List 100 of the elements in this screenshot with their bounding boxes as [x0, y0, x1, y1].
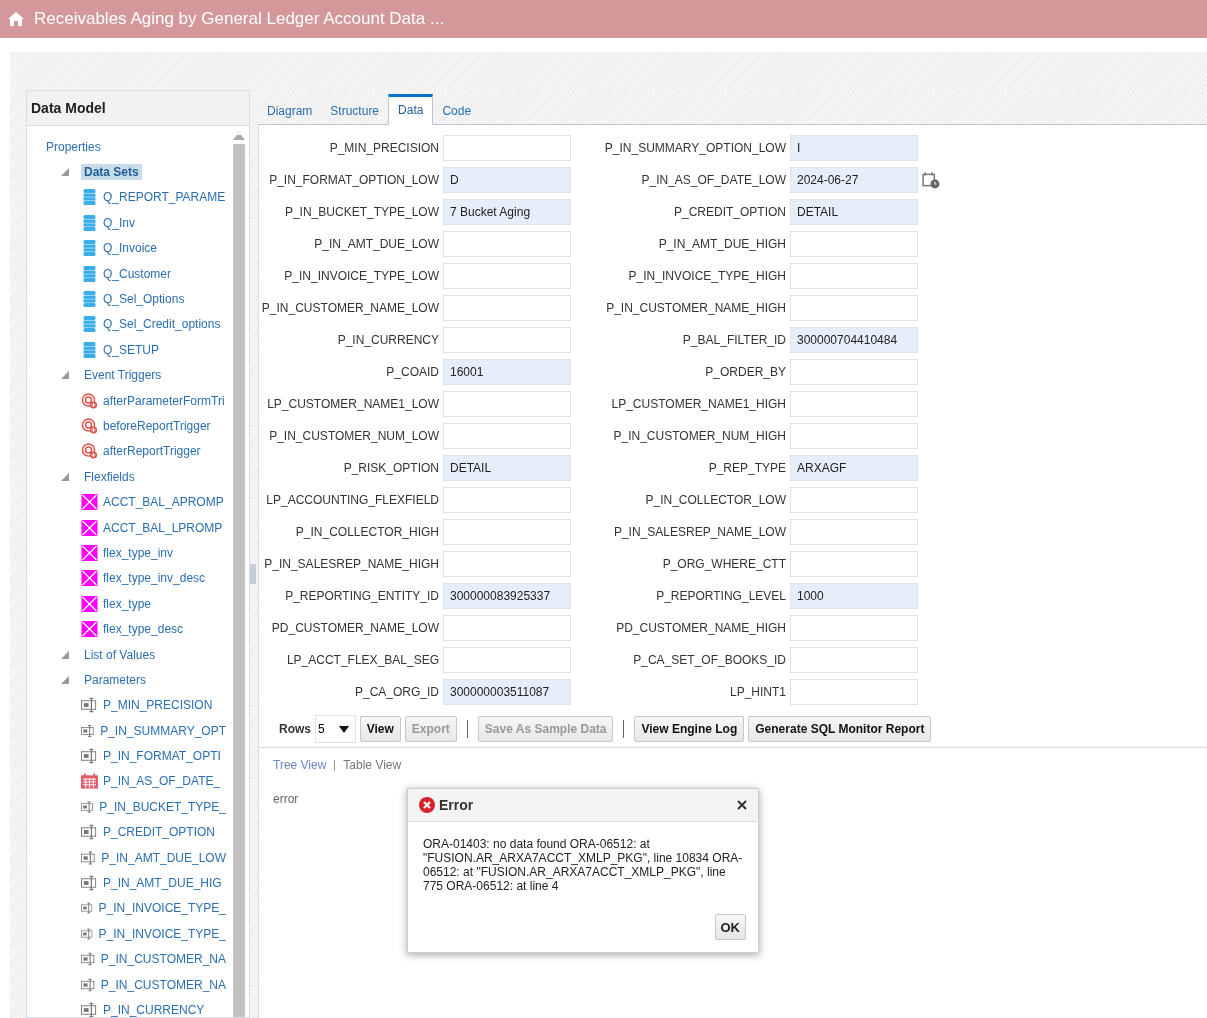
collapse-handle[interactable] — [250, 564, 256, 584]
rows-dropdown[interactable]: 5 — [315, 715, 356, 743]
tree-item[interactable]: P_IN_AMT_DUE_HIG — [100, 875, 225, 891]
tree-item[interactable]: Q_Sel_Options — [100, 291, 188, 308]
input-field[interactable]: DETAIL — [443, 455, 571, 481]
close-icon[interactable] — [737, 800, 747, 810]
cross-icon — [81, 544, 98, 561]
tree-item[interactable]: Q_Sel_Credit_options — [100, 316, 224, 333]
input-field[interactable] — [790, 647, 918, 673]
toolbar-button[interactable]: View — [359, 716, 401, 742]
tree-item[interactable]: P_IN_INVOICE_TYPE_ — [95, 900, 229, 917]
tree-item[interactable]: P_IN_AS_OF_DATE_ — [100, 773, 224, 790]
input-field[interactable]: 300000083925337 — [443, 583, 571, 609]
input-field[interactable] — [443, 295, 571, 321]
input-field[interactable]: 1000 — [790, 583, 918, 609]
input-field[interactable]: 2024-06-27 — [790, 167, 918, 193]
toolbar-button[interactable]: Generate SQL Monitor Report — [748, 716, 932, 742]
tree-item[interactable]: P_IN_CUSTOMER_NA — [97, 976, 229, 993]
tree-item[interactable]: Q_Invoice — [100, 240, 161, 257]
tree-item[interactable]: flex_type — [100, 595, 155, 612]
input-field[interactable]: ARXAGF — [790, 455, 918, 481]
input-field[interactable] — [443, 487, 571, 513]
input-field[interactable]: 16001 — [443, 359, 571, 385]
tree-item[interactable]: Flexfields — [81, 468, 138, 485]
target-icon — [81, 418, 98, 434]
tree-item[interactable]: ACCT_BAL_APROMP — [100, 494, 227, 511]
toolbar-button[interactable]: View Engine Log — [634, 716, 745, 742]
view-link[interactable]: Table View — [343, 758, 402, 772]
tree-item[interactable]: flex_type_inv_desc — [100, 570, 209, 587]
input-field[interactable] — [790, 679, 918, 705]
tab[interactable]: Diagram — [258, 98, 322, 124]
input-field[interactable] — [790, 295, 918, 321]
tree-item[interactable]: P_IN_FORMAT_OPTI — [100, 748, 224, 765]
input-field[interactable] — [443, 615, 571, 641]
input-field[interactable] — [443, 551, 571, 577]
view-link[interactable]: Tree View — [273, 758, 327, 772]
input-field[interactable] — [443, 647, 571, 673]
tree-item[interactable]: P_IN_BUCKET_TYPE_ — [96, 798, 229, 815]
tree-item[interactable]: Q_Inv — [100, 214, 138, 231]
input-field[interactable]: 300000704410484 — [790, 327, 918, 353]
cross-icon — [81, 595, 98, 612]
tree-item[interactable]: Q_Customer — [100, 265, 175, 282]
input-field[interactable] — [790, 359, 918, 385]
input-field[interactable] — [790, 263, 918, 289]
input-field[interactable] — [790, 551, 918, 577]
tree-item[interactable]: Event Triggers — [81, 367, 165, 384]
dialog-title: Error — [439, 797, 475, 813]
tree-item[interactable]: Data Sets — [81, 164, 142, 181]
tree-item[interactable]: P_MIN_PRECISION — [100, 697, 216, 714]
tab[interactable]: Code — [433, 98, 481, 124]
tree-item[interactable]: flex_type_inv — [100, 544, 177, 561]
tree-item[interactable]: P_IN_INVOICE_TYPE_ — [95, 925, 229, 942]
field-label: P_REP_TYPE — [707, 461, 787, 475]
input-field[interactable] — [443, 391, 571, 417]
input-field[interactable] — [443, 135, 571, 161]
tree-item[interactable]: P_IN_AMT_DUE_LOW — [98, 849, 229, 866]
tree-item[interactable]: P_IN_SUMMARY_OPT — [97, 722, 229, 739]
expand-triangle-icon[interactable] — [61, 472, 69, 481]
input-field[interactable]: 7 Bucket Aging — [443, 199, 571, 225]
home-icon[interactable] — [8, 12, 24, 26]
input-field[interactable] — [443, 231, 571, 257]
input-field[interactable] — [790, 519, 918, 545]
expand-triangle-icon[interactable] — [61, 371, 69, 380]
tab[interactable]: Data — [388, 94, 434, 125]
calendar-clock-icon[interactable] — [922, 171, 940, 189]
tree-item[interactable]: P_IN_CUSTOMER_NA — [97, 951, 229, 968]
tree-item[interactable]: afterReportTrigger — [100, 443, 204, 460]
cross-icon — [81, 570, 98, 587]
input-field[interactable] — [790, 423, 918, 449]
tree-item[interactable]: afterParameterFormTri — [100, 392, 228, 409]
input-field[interactable] — [790, 487, 918, 513]
input-field[interactable] — [443, 327, 571, 353]
cross-icon — [81, 519, 98, 536]
tree-item[interactable]: Parameters — [81, 671, 150, 688]
tree-item[interactable]: List of Values — [81, 646, 159, 663]
text-field-icon — [81, 1001, 98, 1017]
input-field[interactable]: D — [443, 167, 571, 193]
input-field[interactable] — [790, 615, 918, 641]
field-label: P_COAID — [385, 365, 440, 379]
tree-item[interactable]: P_CREDIT_OPTION — [100, 824, 219, 841]
input-field[interactable]: DETAIL — [790, 199, 918, 225]
tree-item[interactable]: Q_REPORT_PARAME — [100, 189, 229, 206]
input-field[interactable]: I — [790, 135, 918, 161]
input-field[interactable] — [443, 423, 571, 449]
input-field[interactable]: 300000003511087 — [443, 679, 571, 705]
tree-item[interactable]: Properties — [43, 138, 104, 155]
expand-triangle-icon[interactable] — [61, 650, 69, 659]
tree-item[interactable]: beforeReportTrigger — [100, 418, 214, 434]
tree-item[interactable]: Q_SETUP — [100, 341, 162, 358]
expand-triangle-icon[interactable] — [61, 675, 69, 684]
input-field[interactable] — [443, 519, 571, 545]
expand-triangle-icon[interactable] — [61, 168, 69, 177]
tree-item[interactable]: ACCT_BAL_LPROMP — [100, 519, 226, 536]
input-field[interactable] — [443, 263, 571, 289]
tree-item[interactable]: flex_type_desc — [100, 621, 187, 638]
tree-item[interactable]: P_IN_CURRENCY — [100, 1001, 208, 1017]
tab[interactable]: Structure — [321, 98, 389, 124]
input-field[interactable] — [790, 231, 918, 257]
ok-button[interactable]: OK — [714, 914, 746, 940]
input-field[interactable] — [790, 391, 918, 417]
